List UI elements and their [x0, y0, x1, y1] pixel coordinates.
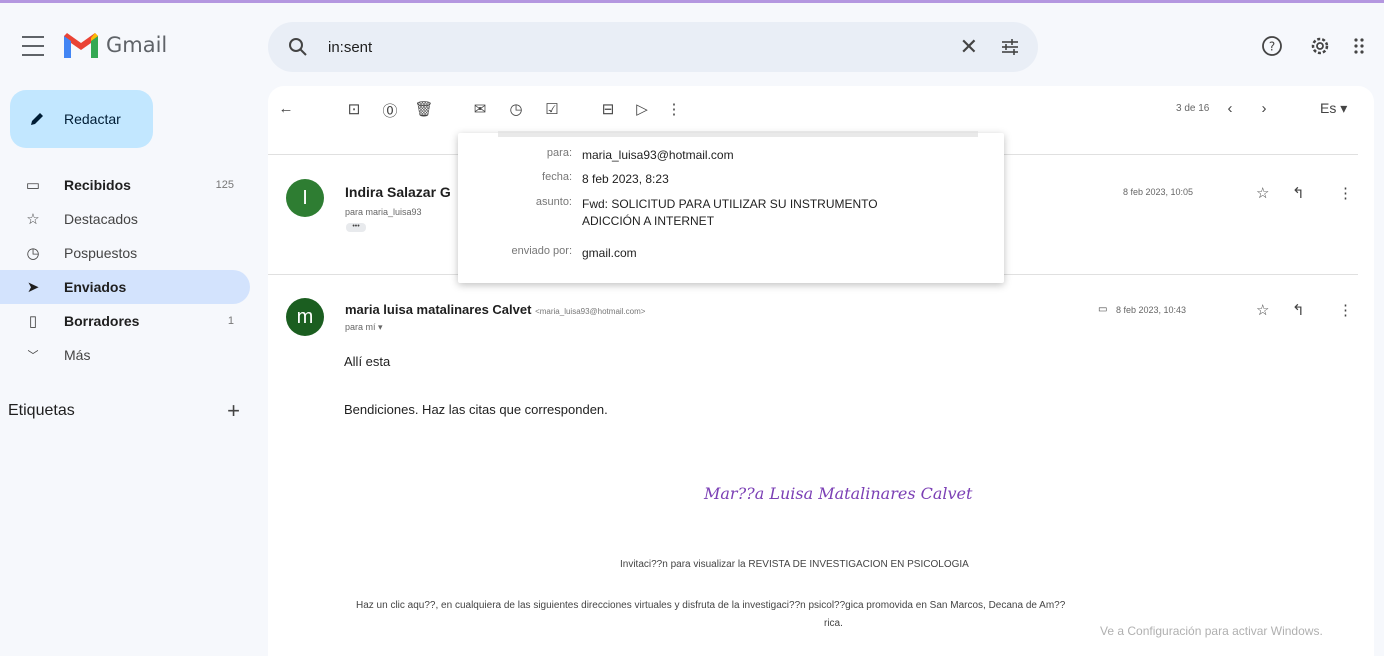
more-options-icon[interactable]: ⋮: [664, 100, 684, 118]
label-important-icon: ▭: [1098, 304, 1108, 315]
labels-section: Etiquetas +: [8, 398, 240, 424]
sidebar-item-label: Enviados: [64, 279, 127, 295]
message-toolbar: ← ⊡ ⓪ 🗑 ✉ ◷ ☑ ⊟ ▷ ⋮ 3 de 16 ‹ › Es ▾: [268, 86, 1374, 134]
settings-gear-icon[interactable]: [1308, 34, 1332, 58]
search-bar[interactable]: in:sent ✕: [268, 22, 1038, 72]
app-name: Gmail: [106, 33, 168, 57]
back-arrow-icon[interactable]: ←: [276, 100, 296, 117]
draft-count: 1: [227, 315, 234, 327]
recipient-line: para maria_luisa93: [345, 207, 422, 217]
sender-name[interactable]: Indira Salazar G: [345, 184, 451, 200]
email-signature: Mar??a Luisa Matalinares Calvet: [704, 484, 973, 503]
windows-activation-watermark: Ve a Configuración para activar Windows.: [1100, 624, 1323, 638]
sidebar-item-inbox[interactable]: ▭ Recibidos 125: [0, 168, 250, 202]
archive-icon[interactable]: ⊡: [344, 100, 364, 118]
sender-name-text: maria luisa matalinares Calvet: [345, 302, 532, 317]
message-date: 8 feb 2023, 10:43: [1116, 305, 1187, 315]
move-to-icon[interactable]: ⊟: [598, 100, 618, 118]
next-chevron-icon[interactable]: ›: [1254, 100, 1274, 117]
label-tag-icon[interactable]: ▷: [632, 100, 652, 118]
message-details-popup: para: maria_luisa93@hotmail.com fecha: 8…: [458, 131, 1004, 283]
star-icon: ☆: [26, 211, 40, 228]
details-key: enviado por:: [511, 245, 572, 257]
details-value: gmail.com: [582, 246, 637, 260]
svg-text:?: ?: [1269, 40, 1275, 54]
pagination-count: 3 de 16: [1176, 103, 1210, 114]
sidebar-item-label: Destacados: [64, 211, 138, 227]
details-value: maria_luisa93@hotmail.com: [582, 148, 734, 162]
sidebar-item-sent[interactable]: ➤ Enviados: [0, 270, 250, 304]
pencil-icon: [31, 113, 43, 125]
journal-invitation: Invitaci??n para visualizar la REVISTA D…: [620, 559, 969, 570]
more-options-icon[interactable]: ⋮: [1338, 301, 1353, 319]
previous-chevron-icon[interactable]: ‹: [1220, 100, 1240, 117]
add-task-icon[interactable]: ☑: [542, 100, 562, 118]
sidebar-item-drafts[interactable]: ▯ Borradores 1: [0, 304, 250, 338]
avatar: m: [286, 298, 324, 336]
details-value: 8 feb 2023, 8:23: [582, 172, 669, 186]
sidebar-item-label: Pospuestos: [64, 245, 138, 261]
truncated-row: [498, 131, 978, 137]
draft-file-icon: ▯: [28, 313, 38, 330]
recipient-line: para mí: [345, 322, 376, 332]
delete-trash-icon[interactable]: 🗑: [414, 100, 434, 118]
gmail-logo[interactable]: Gmail: [62, 30, 167, 60]
search-options-icon[interactable]: [1000, 37, 1020, 57]
more-options-icon[interactable]: ⋮: [1338, 184, 1353, 202]
sidebar-item-starred[interactable]: ☆ Destacados: [0, 202, 250, 236]
language-selector[interactable]: Es ▾: [1320, 100, 1347, 117]
unread-count: 125: [215, 179, 234, 191]
message-body-line: Bendiciones. Haz las citas que correspon…: [344, 402, 608, 417]
star-icon[interactable]: ☆: [1256, 301, 1269, 319]
help-icon[interactable]: ?: [1260, 34, 1284, 58]
mark-unread-mail-icon[interactable]: ✉: [470, 100, 490, 118]
show-trimmed-content-button[interactable]: •••: [346, 223, 366, 232]
star-icon[interactable]: ☆: [1256, 184, 1269, 202]
snooze-clock-icon[interactable]: ◷: [506, 100, 526, 118]
details-value: Fwd: SOLICITUD PARA UTILIZAR SU INSTRUME…: [582, 197, 878, 228]
journal-link-text: rica.: [824, 618, 843, 629]
apps-grid-icon[interactable]: [1352, 34, 1372, 58]
details-key: asunto:: [535, 196, 572, 208]
avatar: I: [286, 179, 324, 217]
search-icon[interactable]: [286, 35, 310, 59]
message-date: 8 feb 2023, 10:05: [1123, 187, 1194, 197]
recipient-dropdown[interactable]: para mí ▾: [345, 322, 383, 333]
chevron-down-icon: ﹀: [27, 350, 39, 362]
sender-name[interactable]: maria luisa matalinares Calvet <maria_lu…: [345, 302, 645, 317]
journal-link-text[interactable]: Haz un clic aqu??, en cualquiera de las …: [356, 600, 1065, 611]
clock-icon: ◷: [26, 245, 40, 262]
compose-label: Redactar: [64, 111, 121, 127]
clear-search-icon[interactable]: ✕: [960, 34, 978, 60]
sidebar-item-label: Recibidos: [64, 177, 131, 193]
gmail-m-icon: [64, 33, 98, 58]
sidebar-item-label: Borradores: [64, 313, 140, 329]
main-menu-icon[interactable]: [22, 36, 44, 56]
sender-email: <maria_luisa93@hotmail.com>: [535, 307, 646, 316]
language-label: Es: [1320, 100, 1337, 116]
window-top-border: [0, 0, 1384, 3]
report-spam-icon[interactable]: ⓪: [380, 100, 400, 121]
message-body-line: Allí esta: [344, 354, 391, 369]
labels-title: Etiquetas: [8, 402, 75, 419]
details-key: para:: [546, 147, 572, 159]
sidebar-item-snoozed[interactable]: ◷ Pospuestos: [0, 236, 250, 270]
compose-button[interactable]: Redactar: [10, 90, 153, 148]
sidebar-nav: ▭ Recibidos 125 ☆ Destacados ◷ Pospuesto…: [0, 168, 250, 372]
sidebar-item-more[interactable]: ﹀ Más: [0, 338, 250, 372]
sidebar-item-label: Más: [64, 347, 91, 363]
add-label-button[interactable]: +: [227, 398, 240, 424]
inbox-icon: ▭: [25, 177, 41, 194]
search-query[interactable]: in:sent: [328, 39, 960, 56]
reply-icon[interactable]: ↰: [1292, 184, 1305, 202]
send-icon: ➤: [26, 279, 40, 296]
details-key: fecha:: [542, 171, 572, 183]
reply-icon[interactable]: ↰: [1292, 301, 1305, 319]
